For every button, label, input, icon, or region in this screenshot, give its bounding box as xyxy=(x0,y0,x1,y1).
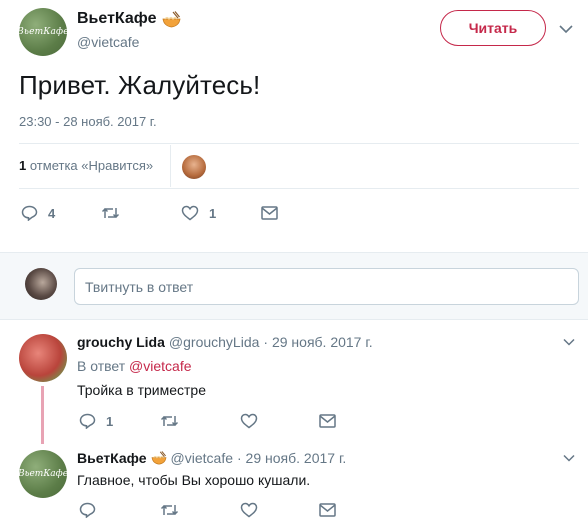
like-button[interactable] xyxy=(240,502,258,518)
reply-author-avatar[interactable] xyxy=(19,334,67,382)
reply-button[interactable]: 1 xyxy=(79,413,113,429)
author-handle[interactable]: @vietcafe xyxy=(77,34,139,50)
reply-count: 1 xyxy=(106,413,114,429)
chevron-down-icon[interactable] xyxy=(563,454,575,462)
divider xyxy=(19,188,579,189)
divider xyxy=(19,143,579,144)
reply-input[interactable]: Твитнуть в ответ xyxy=(74,268,579,305)
retweet-icon xyxy=(160,503,179,517)
reply-date[interactable]: · 29 нояб. 2017 г. xyxy=(237,450,346,466)
heart-icon xyxy=(181,205,199,221)
reply-author-avatar[interactable]: ВьетКафе xyxy=(17,450,69,498)
retweet-button[interactable] xyxy=(101,206,130,220)
envelope-icon xyxy=(319,414,336,428)
message-button[interactable] xyxy=(261,206,278,220)
retweet-button[interactable] xyxy=(160,414,179,428)
message-button[interactable] xyxy=(319,414,336,428)
envelope-icon xyxy=(261,206,278,220)
reply-header[interactable]: grouchy Lida @grouchyLida · 29 нояб. 201… xyxy=(77,334,373,350)
reply-header[interactable]: ВьетКафе @vietcafe · 29 нояб. 2017 г. xyxy=(77,450,346,466)
reply-to-handle-link[interactable]: @vietcafe xyxy=(129,358,191,374)
reply-to-line: В ответ @vietcafe xyxy=(77,358,192,374)
chevron-down-icon[interactable] xyxy=(559,24,573,34)
author-avatar[interactable]: ВьетКафе xyxy=(17,8,69,56)
reply-date[interactable]: · 29 нояб. 2017 г. xyxy=(263,334,372,350)
reply-button[interactable]: 4 xyxy=(21,205,55,221)
likes-count: 1 xyxy=(19,158,27,173)
retweet-button[interactable] xyxy=(160,503,179,517)
tweet-text: Привет. Жалуйтесь! xyxy=(19,70,261,100)
reply-count: 4 xyxy=(48,205,56,221)
liker-avatar[interactable] xyxy=(182,155,206,179)
author-name[interactable]: ВьетКафе xyxy=(77,10,156,28)
retweet-icon xyxy=(101,206,120,220)
current-user-avatar[interactable] xyxy=(25,268,57,300)
envelope-icon xyxy=(319,503,336,517)
reply-author-name[interactable]: ВьетКафе xyxy=(77,450,147,466)
heart-icon xyxy=(240,502,258,518)
reply-author-avatar-text: ВьетКафе xyxy=(17,469,69,479)
message-button[interactable] xyxy=(319,503,336,517)
like-button[interactable]: 1 xyxy=(181,205,216,221)
divider xyxy=(170,145,171,187)
chevron-down-icon[interactable] xyxy=(563,338,575,346)
reply-icon xyxy=(79,502,96,518)
likes-summary[interactable]: 1 отметка «Нравится» xyxy=(19,158,153,173)
reply-author-name[interactable]: grouchy Lida xyxy=(77,334,165,350)
reply-button[interactable] xyxy=(79,502,96,518)
tweet-timestamp[interactable]: 23:30 - 28 нояб. 2017 г. xyxy=(19,114,157,129)
reply-icon xyxy=(79,413,96,429)
like-button[interactable] xyxy=(240,413,258,429)
reply-author-handle[interactable]: @vietcafe xyxy=(171,450,233,466)
reply-author-handle[interactable]: @grouchyLida xyxy=(169,334,260,350)
reply-text: Тройка в триместре xyxy=(77,382,207,398)
like-count: 1 xyxy=(209,205,217,221)
follow-button[interactable]: Читать xyxy=(440,10,546,46)
heart-icon xyxy=(240,413,258,429)
noodle-bowl-emoji-icon xyxy=(151,451,167,465)
noodle-bowl-emoji-icon xyxy=(162,10,181,28)
thread-connector xyxy=(41,386,44,444)
likes-label: отметка «Нравится» xyxy=(29,158,154,173)
reply-text: Главное, чтобы Вы хорошо кушали. xyxy=(77,472,311,488)
reply-icon xyxy=(21,205,38,221)
retweet-icon xyxy=(160,414,179,428)
reply-to-prefix: В ответ xyxy=(77,358,126,374)
author-avatar-text: ВьетКафе xyxy=(17,27,69,37)
author-name-row[interactable]: ВьетКафе xyxy=(77,10,181,28)
